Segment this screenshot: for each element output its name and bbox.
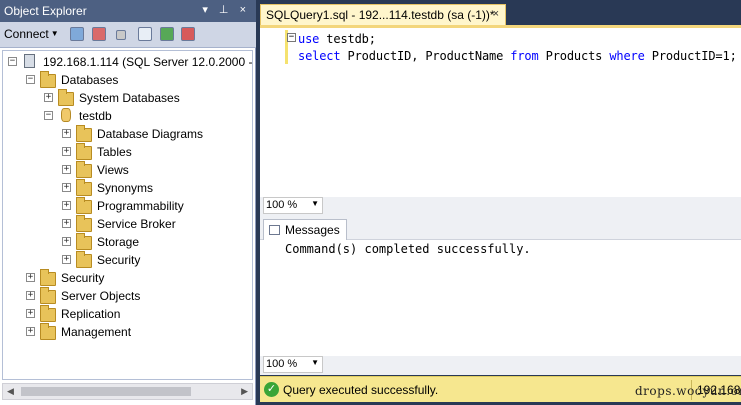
folder-icon bbox=[40, 71, 56, 88]
collapse-icon[interactable]: − bbox=[287, 33, 296, 42]
tree-node-label: Management bbox=[61, 325, 132, 339]
code-line-2[interactable]: select ProductID, ProductName from Produ… bbox=[298, 49, 737, 63]
tree-node-label: Views bbox=[97, 163, 129, 177]
tree-node-label: Security bbox=[61, 271, 105, 285]
collapse-icon[interactable]: − bbox=[44, 111, 53, 120]
server-icon bbox=[24, 54, 35, 68]
tree-node-label: Database Diagrams bbox=[97, 127, 204, 141]
folder-icon bbox=[76, 161, 92, 178]
collapse-icon[interactable]: − bbox=[8, 57, 17, 66]
folder-icon bbox=[76, 125, 92, 142]
folder-icon bbox=[58, 89, 74, 106]
expand-icon[interactable]: + bbox=[26, 291, 35, 300]
expand-icon[interactable]: + bbox=[62, 147, 71, 156]
code-text: ProductID, ProductName bbox=[340, 49, 511, 63]
collapse-icon[interactable]: − bbox=[26, 75, 35, 84]
folder-icon bbox=[76, 251, 92, 268]
tab-title: SQLQuery1.sql - 192...114.testdb (sa (-1… bbox=[266, 8, 495, 22]
folder-icon bbox=[40, 287, 56, 304]
code-text: Products bbox=[538, 49, 610, 63]
scroll-right-icon[interactable]: ▶ bbox=[241, 386, 248, 397]
stop-icon[interactable] bbox=[116, 30, 126, 40]
result-message: Command(s) completed successfully. bbox=[285, 242, 531, 256]
success-check-icon: ✓ bbox=[264, 382, 279, 397]
expand-icon[interactable]: + bbox=[62, 201, 71, 210]
object-explorer-panel: Object Explorer ▾ ⊥ × Connect ▼ −192.168.… bbox=[0, 0, 256, 405]
tab-sqlquery1[interactable]: SQLQuery1.sql - 192...114.testdb (sa (-1… bbox=[260, 4, 506, 25]
connect-button[interactable]: Connect ▼ bbox=[4, 27, 59, 41]
folder-icon bbox=[40, 269, 56, 286]
tree-node-label: System Databases bbox=[79, 91, 180, 105]
refresh-icon[interactable] bbox=[160, 27, 174, 41]
folder-icon bbox=[76, 143, 92, 160]
chevron-down-icon: ▼ bbox=[311, 358, 319, 367]
folder-icon bbox=[40, 323, 56, 340]
keyword-select: select bbox=[298, 49, 341, 63]
database-icon bbox=[61, 108, 71, 122]
zoom-value: 100 % bbox=[266, 199, 298, 211]
expand-icon[interactable]: + bbox=[26, 327, 35, 336]
zoom-value: 100 % bbox=[266, 358, 298, 370]
connect-icon[interactable] bbox=[70, 27, 84, 41]
disconnect-icon[interactable] bbox=[92, 27, 106, 41]
tree-node-label: 192.168.1.114 (SQL Server 12.0.2000 - sa bbox=[43, 55, 253, 69]
results-tab-strip: Messages bbox=[260, 216, 741, 240]
expand-icon[interactable]: + bbox=[62, 183, 71, 192]
expand-icon[interactable]: + bbox=[62, 129, 71, 138]
results-zoom-select[interactable]: 100 % ▼ bbox=[263, 356, 323, 373]
connect-label: Connect bbox=[4, 27, 49, 41]
filter-icon[interactable] bbox=[138, 27, 152, 41]
close-icon[interactable]: × bbox=[493, 8, 499, 20]
code-text: testdb; bbox=[319, 32, 376, 46]
tree-node-label: testdb bbox=[79, 109, 112, 123]
splitter[interactable] bbox=[260, 197, 741, 216]
expand-icon[interactable]: + bbox=[62, 165, 71, 174]
object-explorer-tree: −192.168.1.114 (SQL Server 12.0.2000 - s… bbox=[2, 50, 253, 380]
tree-node-label: Security bbox=[97, 253, 141, 267]
tree-node-label: Replication bbox=[61, 307, 121, 321]
results-footer bbox=[260, 356, 741, 375]
horizontal-scrollbar[interactable]: ◀ ▶ bbox=[2, 383, 253, 400]
tree-node-label: Server Objects bbox=[61, 289, 141, 303]
folder-icon bbox=[76, 197, 92, 214]
code-text: ProductID=1; bbox=[644, 49, 737, 63]
keyword-use: use bbox=[298, 32, 320, 46]
tree-node-label: Synonyms bbox=[97, 181, 154, 195]
expand-icon[interactable]: + bbox=[62, 237, 71, 246]
scroll-left-icon[interactable]: ◀ bbox=[7, 386, 14, 397]
keyword-where: where bbox=[609, 49, 645, 63]
watermark: drops.wooyun.org bbox=[635, 384, 741, 398]
chevron-down-icon: ▼ bbox=[50, 29, 59, 38]
object-explorer-toolbar: Connect ▼ bbox=[0, 22, 256, 48]
expand-icon[interactable]: + bbox=[44, 93, 53, 102]
keyword-from: from bbox=[510, 49, 539, 63]
expand-icon[interactable]: + bbox=[62, 219, 71, 228]
folder-icon bbox=[40, 305, 56, 322]
object-explorer-title: Object Explorer bbox=[4, 4, 87, 18]
activity-monitor-icon[interactable] bbox=[181, 27, 195, 41]
tree-node-label: Databases bbox=[61, 73, 119, 87]
expand-icon[interactable]: + bbox=[26, 273, 35, 282]
editor-zoom-select[interactable]: 100 % ▼ bbox=[263, 197, 323, 214]
scrollbar-thumb[interactable] bbox=[21, 387, 191, 396]
tree-node-label: Tables bbox=[97, 145, 132, 159]
object-explorer-title-bar: Object Explorer ▾ ⊥ × bbox=[0, 0, 256, 22]
code-line-1[interactable]: use testdb; bbox=[298, 32, 376, 46]
chevron-down-icon: ▼ bbox=[311, 199, 319, 208]
folder-icon bbox=[76, 233, 92, 250]
messages-icon bbox=[269, 225, 280, 235]
tree-node-label: Service Broker bbox=[97, 217, 176, 231]
panel-window-buttons[interactable]: ▾ ⊥ × bbox=[202, 3, 250, 16]
tree-node-label: Programmability bbox=[97, 199, 184, 213]
query-editor[interactable]: − use testdb; select ProductID, ProductN… bbox=[260, 25, 741, 197]
folder-icon bbox=[76, 179, 92, 196]
folder-icon bbox=[76, 215, 92, 232]
tab-messages[interactable]: Messages bbox=[263, 219, 347, 240]
tab-messages-label: Messages bbox=[285, 223, 340, 237]
expand-icon[interactable]: + bbox=[26, 309, 35, 318]
expand-icon[interactable]: + bbox=[62, 255, 71, 264]
tree-node-label: Storage bbox=[97, 235, 140, 249]
status-text: Query executed successfully. bbox=[283, 383, 439, 397]
results-pane: Messages Command(s) completed successful… bbox=[260, 216, 741, 356]
